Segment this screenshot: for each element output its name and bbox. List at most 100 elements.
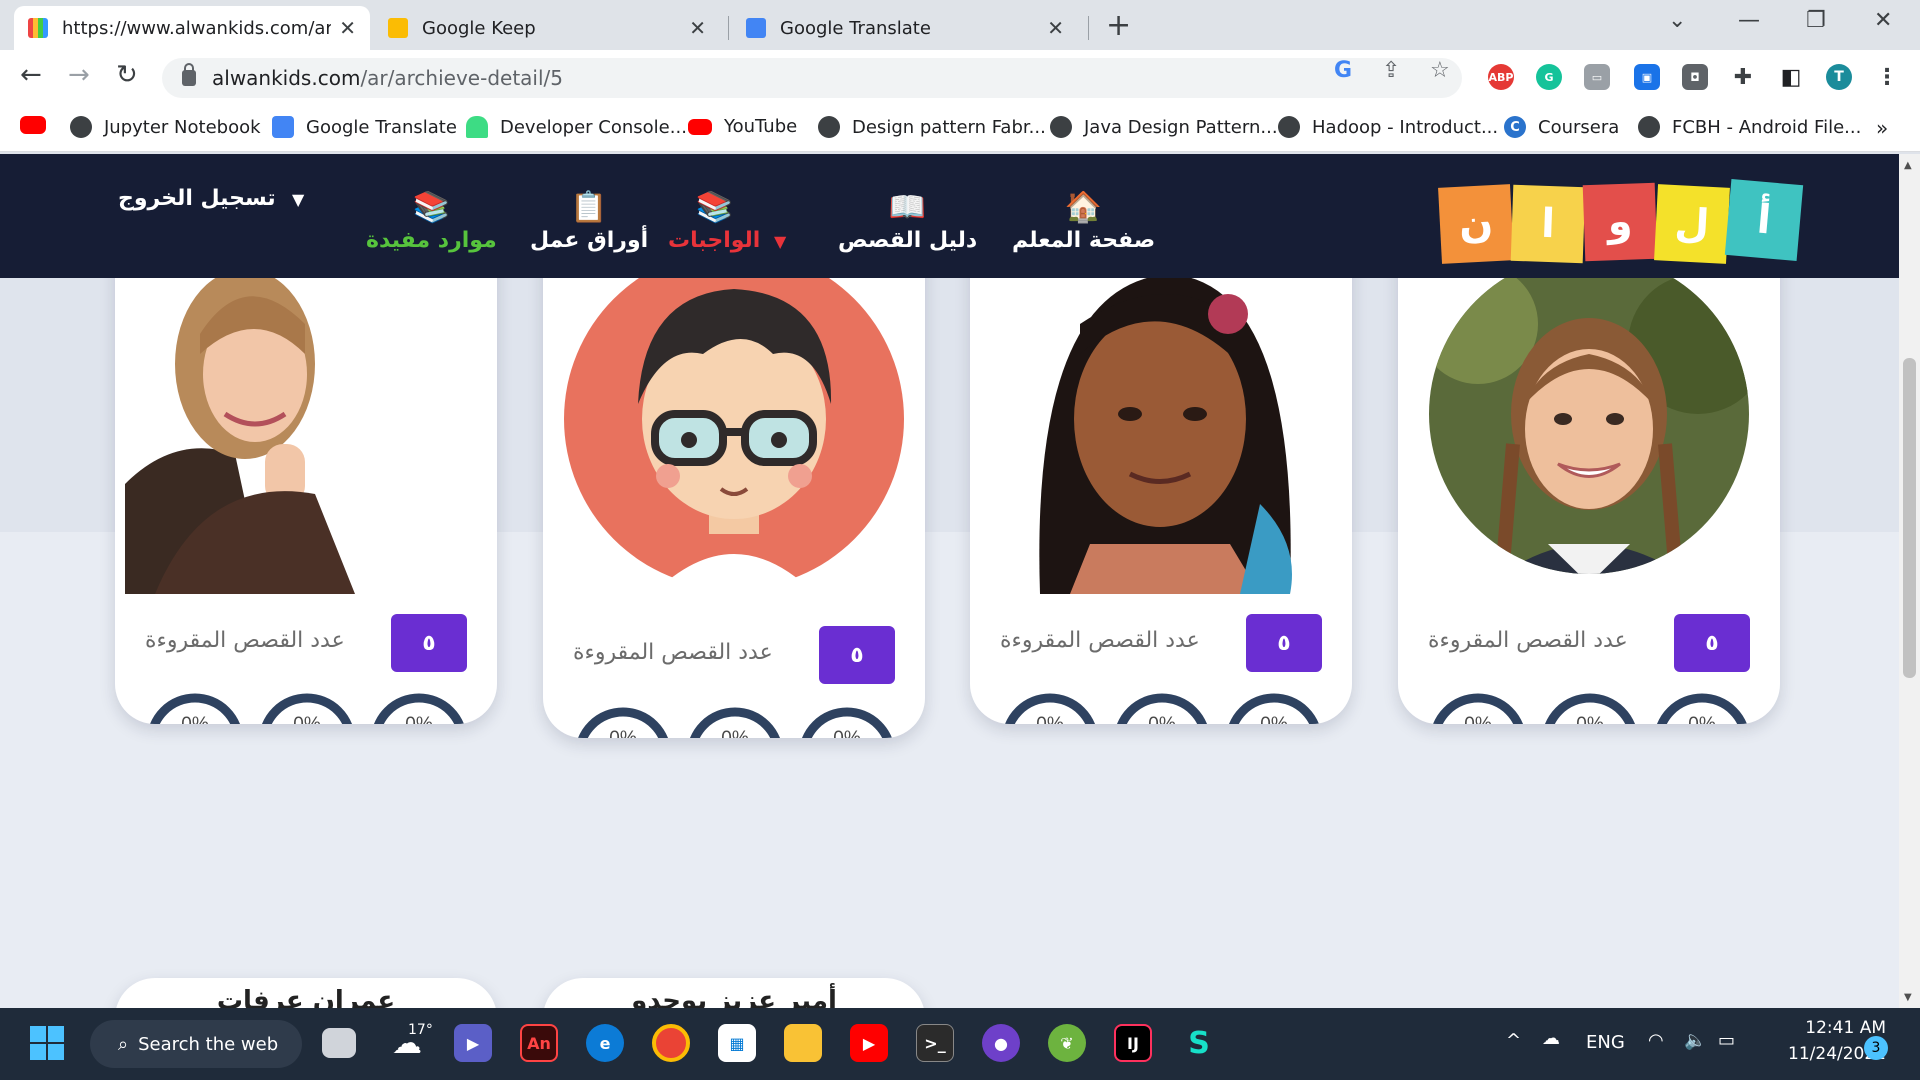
edge-icon[interactable]: e [586, 1024, 624, 1062]
nav-teacher-page-label: صفحة المعلم [1012, 228, 1156, 253]
clock-time[interactable]: 12:41 AM [1770, 1018, 1886, 1038]
terminal-icon[interactable]: >_ [916, 1024, 954, 1062]
nav-assignments[interactable]: 📚 الواجبات [668, 190, 760, 253]
bookmark-item[interactable]: Java Design Pattern... [1050, 116, 1278, 138]
back-icon[interactable]: ← [20, 60, 42, 90]
chrome-icon[interactable] [652, 1024, 690, 1062]
scroll-down-icon[interactable]: ▼ [1904, 992, 1912, 1003]
cast-icon[interactable]: ▭ [1584, 64, 1610, 90]
nav-resources[interactable]: 📚 موارد مفيدة [366, 190, 497, 253]
reload-icon[interactable]: ↻ [116, 60, 138, 90]
student-card[interactable]: ٥ عدد القصص المقروءة 0% 0% 0% 0% [1398, 224, 1780, 724]
gauge-value: 0% [1224, 714, 1324, 724]
tab-title: https://www.alwankids.com/ar/ar [62, 17, 332, 39]
spring-icon[interactable]: ❦ [1048, 1024, 1086, 1062]
clipboard-icon: 📋 [570, 190, 608, 225]
bookmark-item[interactable]: Google Translate [272, 116, 457, 138]
share-icon[interactable]: ⇪ [1382, 58, 1400, 83]
adblock-icon[interactable]: ABP [1488, 64, 1514, 90]
onedrive-icon[interactable]: ☁ [1542, 1028, 1560, 1049]
task-view-icon[interactable] [322, 1028, 356, 1058]
tab-alwankids[interactable]: https://www.alwankids.com/ar/ar ✕ [14, 6, 370, 50]
chevron-down-icon[interactable]: ▼ [292, 190, 304, 209]
forward-icon[interactable]: → [68, 60, 90, 90]
gauge-value: 0% [797, 728, 897, 738]
lock-icon [182, 63, 196, 86]
close-tab-icon[interactable]: ✕ [339, 16, 356, 40]
tab-google-translate[interactable]: Google Translate ✕ [732, 6, 1078, 50]
bookmark-item[interactable]: Hadoop - Introduct... [1278, 116, 1498, 138]
gauge: 0% [573, 706, 673, 738]
extension-icon[interactable]: ◘ [1682, 64, 1708, 90]
tab-divider [1088, 16, 1089, 40]
student-card[interactable]: عمران عرفات [115, 978, 497, 1008]
youtube-app-icon[interactable]: ▶ [850, 1024, 888, 1062]
bookmarks-bar: Jupyter Notebook Google Translate Develo… [0, 106, 1920, 152]
file-explorer-icon[interactable] [784, 1024, 822, 1062]
battery-icon[interactable]: ▭ [1718, 1030, 1735, 1051]
animate-icon[interactable]: An [520, 1024, 558, 1062]
bookmark-label: Hadoop - Introduct... [1312, 116, 1499, 138]
chevron-up-icon[interactable]: ^ [1506, 1030, 1521, 1051]
bookmark-item[interactable]: Design pattern Fabr... [818, 116, 1046, 138]
site-logo[interactable]: ن ا و ل أ [1438, 179, 1804, 264]
nav-story-guide[interactable]: 📖 دليل القصص [838, 190, 977, 253]
gauge: 0% [1652, 692, 1752, 724]
side-panel-icon[interactable]: ◧ [1778, 64, 1804, 90]
globe-icon [70, 116, 92, 138]
gauge: 0% [1224, 692, 1324, 724]
bookmark-star-icon[interactable]: ☆ [1430, 58, 1450, 83]
scroll-up-icon[interactable]: ▲ [1904, 160, 1912, 171]
profile-avatar[interactable]: T [1826, 64, 1852, 90]
grammarly-icon[interactable]: G [1536, 64, 1562, 90]
extension-icon[interactable]: ▣ [1634, 64, 1660, 90]
bookmark-item[interactable]: Developer Console... [466, 116, 687, 138]
extensions-puzzle-icon[interactable]: ✚ [1730, 64, 1756, 90]
notification-count[interactable]: 3 [1864, 1036, 1888, 1060]
student-card[interactable]: ٥ عدد القصص المقروءة 0% 0% 0% 0% [543, 224, 925, 738]
microsoft-store-icon[interactable]: ▦ [718, 1024, 756, 1062]
restore-icon[interactable]: ❐ [1806, 8, 1826, 33]
nav-teacher-page[interactable]: 🏠 صفحة المعلم [1012, 190, 1155, 253]
menu-kebab-icon[interactable]: ⋮ [1874, 64, 1900, 90]
teams-chat-icon[interactable]: ▶ [454, 1024, 492, 1062]
close-tab-icon[interactable]: ✕ [689, 16, 706, 40]
windows-start-icon[interactable] [28, 1024, 66, 1062]
gauge-value: 0% [1428, 714, 1528, 724]
volume-icon[interactable]: 🔈 [1684, 1030, 1706, 1051]
google-lens-icon[interactable]: G [1334, 58, 1352, 83]
bookmark-item[interactable]: YouTube [688, 116, 797, 137]
logout-link[interactable]: تسجيل الخروج [118, 186, 276, 211]
page-scrollbar[interactable]: ▲ ▼ [1899, 154, 1920, 1008]
house-icon: 🏠 [1064, 190, 1103, 225]
bookmark-item[interactable]: Jupyter Notebook [70, 116, 261, 138]
github-icon[interactable]: ● [982, 1024, 1020, 1062]
new-tab-button[interactable]: + [1106, 8, 1131, 43]
nav-worksheets[interactable]: 📋 أوراق عمل [530, 190, 648, 253]
taskbar-search[interactable]: ⌕ Search the web [90, 1020, 302, 1068]
close-window-icon[interactable]: ✕ [1874, 8, 1892, 33]
bookmark-youtube-app[interactable] [20, 116, 58, 134]
bookmark-item[interactable]: FCBH - Android File... [1638, 116, 1861, 138]
wifi-icon[interactable]: ◠ [1648, 1030, 1664, 1051]
minimize-icon[interactable]: — [1738, 8, 1760, 33]
tab-google-keep[interactable]: Google Keep ✕ [374, 6, 720, 50]
close-tab-icon[interactable]: ✕ [1047, 16, 1064, 40]
chevron-down-icon[interactable]: ▼ [774, 232, 786, 251]
student-photo [970, 244, 1352, 594]
tab-search-icon[interactable]: ⌄ [1668, 8, 1686, 33]
bookmark-item[interactable]: C Coursera [1504, 116, 1619, 138]
surfshark-icon[interactable]: S [1180, 1024, 1218, 1062]
scrollbar-thumb[interactable] [1903, 358, 1916, 678]
input-language[interactable]: ENG [1586, 1032, 1625, 1053]
gauge-value: 0% [1112, 714, 1212, 724]
google-translate-icon [746, 18, 766, 38]
gauge: 0% [1428, 692, 1528, 724]
url-text[interactable]: alwankids.com/ar/archieve-detail/5 [212, 66, 563, 90]
more-bookmarks-icon[interactable]: » [1876, 116, 1888, 140]
intellij-icon[interactable]: IJ [1114, 1024, 1152, 1062]
student-card[interactable]: ٥ عدد القصص المقروءة 0% 0% 0% 0% [115, 224, 497, 724]
student-card[interactable]: ٥ عدد القصص المقروءة 0% 0% 0% 0% [970, 224, 1352, 724]
student-card[interactable]: أمير عزيز بوجدو [543, 978, 925, 1008]
address-bar[interactable]: alwankids.com/ar/archieve-detail/5 [162, 58, 1462, 98]
